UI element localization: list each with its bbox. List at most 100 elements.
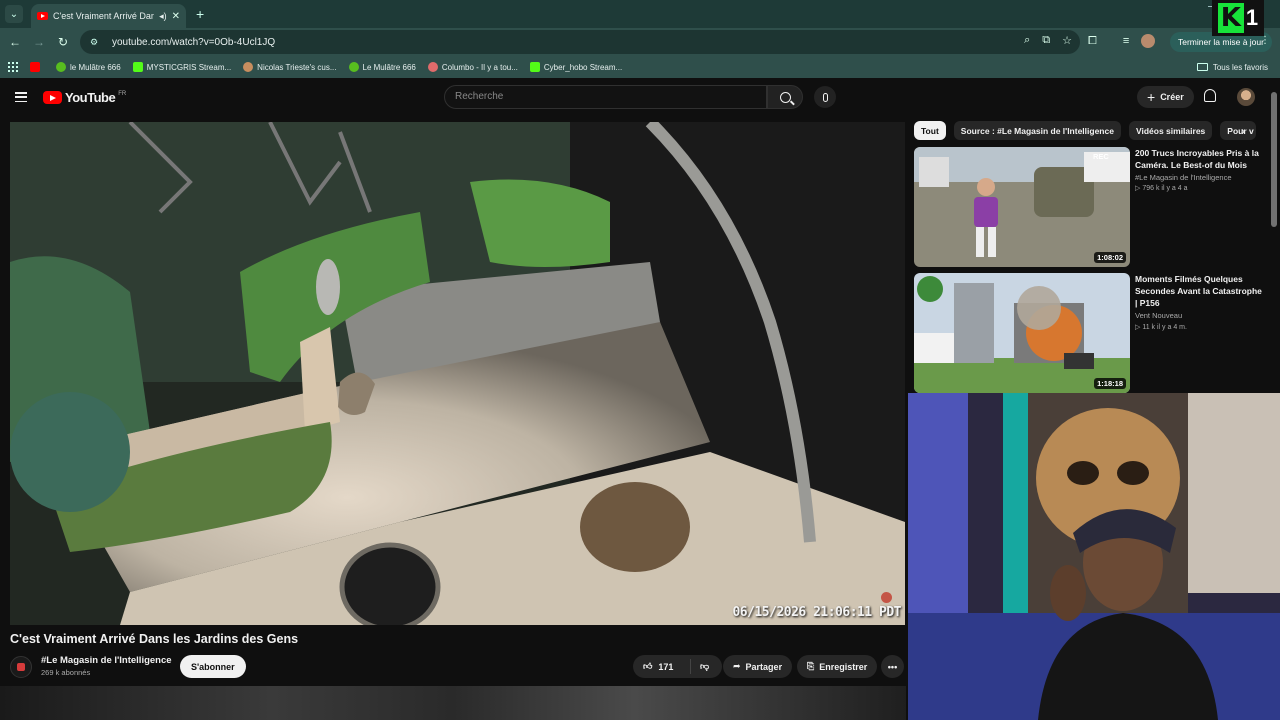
video-player[interactable]: 06/15/2026 21:06:11 PDT: [10, 122, 905, 625]
bookmark-item[interactable]: Cyber_hobo Stream...: [529, 62, 622, 72]
more-actions-button[interactable]: •••: [881, 655, 904, 678]
back-arrow-icon[interactable]: ←: [6, 33, 24, 51]
columbo-icon: [427, 62, 438, 72]
search-input[interactable]: Recherche: [444, 85, 767, 109]
rec-title[interactable]: Moments Filmés Quelques Secondes Avant l…: [1135, 273, 1265, 309]
recommendation-item[interactable]: 1:18:18 Moments Filmés Quelques Secondes…: [914, 273, 1274, 393]
more-dots-icon: •••: [887, 661, 898, 672]
thumbs-down-icon: 👎︎: [700, 661, 710, 671]
bookmark-item[interactable]: Columbo - Il y a tou...: [427, 62, 518, 72]
subscriber-count: 269 k abonnés: [41, 668, 91, 677]
url-text[interactable]: youtube.com/watch?v=0Ob-4Ucl1JQ: [112, 37, 275, 48]
video-thumbnail[interactable]: 1:18:18: [914, 273, 1130, 393]
video-duration: 1:18:18: [1094, 378, 1126, 389]
security-camera-frame: [10, 122, 905, 625]
like-count: 171: [658, 661, 674, 672]
address-bar[interactable]: ⚙ youtube.com/watch?v=0Ob-4Ucl1JQ ⌕ ⧉ ☆: [80, 30, 1080, 54]
bookmark-item[interactable]: Nicolas Trieste's cus...: [243, 62, 337, 72]
account-avatar[interactable]: [1237, 88, 1255, 106]
site-info-icon[interactable]: ⚙: [90, 37, 102, 47]
chip-all[interactable]: Tout: [914, 121, 946, 140]
share-button[interactable]: ➦ Partager: [723, 655, 793, 678]
browser-menu-icon[interactable]: ⋮: [1260, 35, 1270, 46]
folder-icon: [1196, 63, 1208, 71]
channel-logo-icon: [17, 663, 25, 671]
channel-name[interactable]: #Le Magasin de l'Intelligence: [41, 655, 172, 666]
region-code: FR: [118, 90, 127, 97]
rumble-icon: [56, 62, 66, 72]
rec-meta: ▷ 11 k il y a 4 m.: [1135, 324, 1187, 331]
rec-badge: REC: [1093, 152, 1109, 161]
create-button[interactable]: + Créer: [1137, 86, 1194, 108]
deer-icon: [243, 62, 254, 72]
close-tab-icon[interactable]: ✕: [172, 11, 180, 22]
rec-channel[interactable]: #Le Magasin de l'Intelligence: [1135, 173, 1232, 182]
overlay-logo-number: 1: [1245, 5, 1259, 30]
search-icon: [779, 91, 791, 103]
youtube-wordmark: YouTube: [65, 90, 116, 105]
kick-icon: [529, 62, 540, 72]
bookmark-item[interactable]: le Mulâtre 666: [56, 62, 121, 72]
bookmark-star-icon[interactable]: ☆: [1062, 34, 1072, 47]
browser-tab[interactable]: C'est Vraiment Arrivé Dans les Jardins d…: [31, 4, 186, 28]
tab-search-icon[interactable]: ⌄: [5, 5, 23, 23]
rec-title[interactable]: 200 Trucs Incroyables Pris à la Caméra. …: [1135, 147, 1265, 171]
subscribe-button[interactable]: S'abonner: [180, 655, 246, 678]
thumbnail-image-2: [914, 273, 1130, 393]
microphone-icon: [822, 92, 828, 102]
description-preview-blur: [0, 686, 906, 720]
zoom-icon[interactable]: ⌕: [1024, 34, 1030, 47]
all-bookmarks[interactable]: Tous les favoris: [1196, 63, 1268, 72]
rec-meta: ▷ 796 k il y a 4 a: [1135, 185, 1188, 192]
video-thumbnail[interactable]: REC 1:08:02: [914, 147, 1130, 267]
bookmark-youtube[interactable]: [30, 62, 44, 72]
forward-arrow-icon[interactable]: →: [30, 33, 48, 51]
apps-grid-icon[interactable]: [8, 62, 18, 72]
chip-source[interactable]: Source : #Le Magasin de l'Intelligence: [953, 121, 1121, 140]
youtube-play-icon: [43, 91, 62, 104]
plus-icon: +: [1147, 89, 1156, 105]
speaker-icon[interactable]: ◂): [159, 11, 167, 22]
youtube-icon: [30, 62, 40, 72]
share-arrow-icon: ➦: [733, 661, 741, 671]
rec-channel[interactable]: Vent Nouveau: [1135, 311, 1182, 320]
bookmark-icon: ⎘: [807, 661, 815, 671]
rumble-icon: [348, 62, 359, 72]
thumbnail-image-1: [914, 147, 1130, 267]
save-button[interactable]: ⎘ Enregistrer: [797, 655, 878, 678]
webcam-overlay: [908, 393, 1280, 720]
video-duration: 1:08:02: [1094, 252, 1126, 263]
camera-timestamp: 06/15/2026 21:06:11 PDT: [732, 605, 901, 620]
channel-watermark-icon[interactable]: [881, 592, 892, 603]
bookmarks-bar: le Mulâtre 666 MYSTICGRIS Stream... Nico…: [0, 56, 1280, 78]
related-filter-chips: Tout Source : #Le Magasin de l'Intellige…: [914, 121, 1257, 140]
profile-avatar[interactable]: [1141, 34, 1156, 48]
browser-tabstrip: ⌄ C'est Vraiment Arrivé Dans les Jardins…: [0, 0, 1280, 28]
youtube-logo[interactable]: YouTube FR: [43, 90, 126, 105]
dislike-button[interactable]: 👎︎: [691, 661, 709, 672]
bookmark-item[interactable]: Le Mulâtre 666: [348, 62, 416, 72]
chip-similar[interactable]: Vidéos similaires: [1128, 121, 1213, 140]
streamer-webcam-image: [908, 393, 1280, 720]
browser-toolbar: ← → ↻ ⚙ youtube.com/watch?v=0Ob-4Ucl1JQ …: [0, 28, 1280, 56]
tab-title: C'est Vraiment Arrivé Dans les Jardins d…: [53, 11, 155, 21]
chip-for-you[interactable]: Pour v: [1220, 121, 1257, 140]
channel-avatar[interactable]: [10, 656, 32, 678]
chevron-right-icon[interactable]: ›: [1241, 124, 1245, 138]
youtube-header: YouTube FR Recherche + Créer: [0, 80, 1280, 116]
notifications-bell-icon[interactable]: [1204, 89, 1216, 102]
thumbs-up-icon: 👍︎: [643, 661, 653, 671]
recommendation-item[interactable]: REC 1:08:02 200 Trucs Incroyables Pris à…: [914, 147, 1274, 267]
extensions-icon[interactable]: ⧠: [1088, 35, 1097, 48]
new-tab-icon[interactable]: +: [196, 6, 204, 22]
overlay-logo-letter: K: [1217, 3, 1244, 33]
bookmark-item[interactable]: MYSTICGRIS Stream...: [132, 62, 231, 72]
cast-icon[interactable]: ⧉: [1042, 34, 1050, 47]
search-button[interactable]: [767, 85, 803, 109]
kick-k1-logo: K 1: [1212, 0, 1264, 36]
media-control-icon[interactable]: ≡: [1123, 35, 1129, 47]
voice-search-button[interactable]: [814, 86, 836, 108]
like-button[interactable]: 👍︎ 171: [633, 659, 691, 674]
reload-icon[interactable]: ↻: [54, 33, 72, 51]
menu-icon[interactable]: [15, 92, 27, 102]
